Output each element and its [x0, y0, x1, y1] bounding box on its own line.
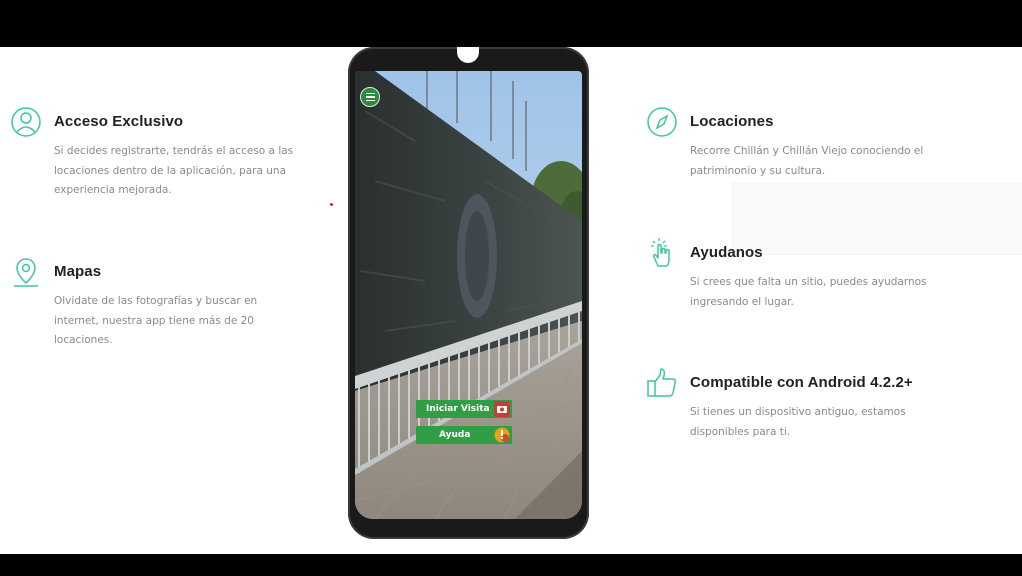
feature-title: Ayudanos — [690, 244, 763, 261]
feature-title: Locaciones — [690, 113, 774, 130]
feature-acceso-exclusivo: Acceso Exclusivo Si decides registrarte,… — [11, 107, 294, 201]
compass-icon — [647, 107, 677, 137]
hamburger-menu-icon[interactable] — [360, 87, 380, 107]
feature-description: Olvidate de las fotografías y buscar en … — [54, 295, 258, 346]
landing-section: Acceso Exclusivo Si decides registrarte,… — [0, 47, 1022, 554]
feature-title: Acceso Exclusivo — [54, 113, 184, 130]
map-pin-icon — [14, 258, 38, 287]
feature-description: Recorre Chillán y Chillán Viejo conocien… — [690, 145, 924, 177]
phone-notch — [457, 47, 479, 63]
phone-mockup: Iniciar Visita Ayuda — [348, 47, 589, 539]
ar-camera-view — [355, 71, 582, 519]
feature-title: Mapas — [54, 263, 102, 280]
feature-description: Si tienes un dispositivo antiguo, estamo… — [690, 406, 906, 438]
feature-locaciones: Locaciones Recorre Chillán y Chillán Vie… — [647, 107, 930, 181]
help-icon — [494, 427, 510, 443]
start-visit-label: Iniciar Visita — [426, 404, 490, 414]
feature-compatible-android: Compatible con Android 4.2.2+ Si tienes … — [647, 368, 930, 442]
thumbs-up-icon — [647, 368, 677, 397]
feature-mapas: Mapas Olvidate de las fotografías y busc… — [14, 258, 294, 351]
start-visit-button[interactable]: Iniciar Visita — [416, 400, 512, 418]
help-label: Ayuda — [439, 430, 471, 440]
user-icon — [11, 107, 41, 137]
red-dot-marker — [330, 203, 333, 206]
tap-icon — [651, 238, 670, 267]
help-button[interactable]: Ayuda — [416, 426, 512, 444]
feature-ayudanos: Ayudanos Si crees que falta un sitio, pu… — [651, 238, 930, 312]
camera-icon — [494, 401, 510, 417]
feature-title: Compatible con Android 4.2.2+ — [690, 374, 913, 391]
feature-description: Si crees que falta un sitio, puedes ayud… — [690, 276, 927, 308]
phone-screen: Iniciar Visita Ayuda — [355, 71, 582, 519]
feature-description: Si decides registrarte, tendrás el acces… — [54, 145, 294, 196]
